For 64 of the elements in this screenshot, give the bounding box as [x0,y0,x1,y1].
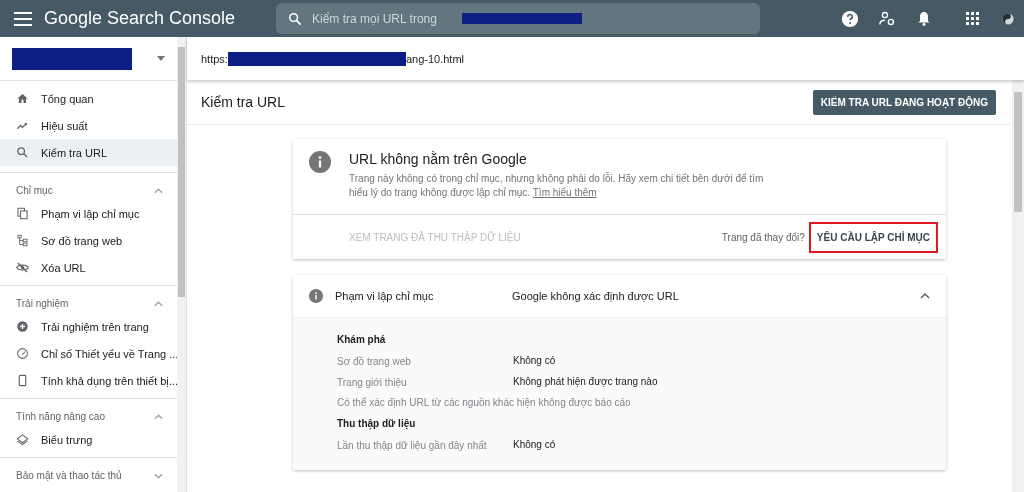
sidebar-item[interactable]: Phạm vi lập chỉ mục [0,200,177,227]
search-icon [16,146,29,159]
dropdown-caret-icon [157,56,165,61]
sidebar-item[interactable]: Xóa URL [0,254,177,281]
menu-icon[interactable] [14,11,32,26]
chevron-up-icon[interactable] [154,187,163,194]
live-test-button[interactable]: KIỂM TRA URL ĐANG HOẠT ĐỘNG [812,89,996,115]
chevron-up-icon[interactable] [154,300,163,307]
coverage-title: Phạm vi lập chỉ mục [335,290,435,302]
status-description: Trang này không có trong chỉ mục, nhưng không phải do lỗi. Hãy xem chi tiết bên dưới để tìm hiểu lý do trang không được lập chỉ mục. Tìm hiểu thêm [349,172,765,200]
avatar-icon[interactable] [1000,10,1016,27]
sidebar-item[interactable]: Tính khả dụng trên thiết bị... [0,367,177,394]
section-heading: Bảo mật và thao tác thủ [16,470,122,481]
sidebar-item[interactable]: Biểu trưng [0,426,177,453]
layers-icon [16,433,29,446]
help-icon[interactable] [841,9,859,28]
detail-label: Sơ đồ trang web [337,355,412,369]
info-icon [309,151,331,173]
scrollbar[interactable] [177,37,186,492]
url-text: https: [201,52,228,65]
detail-value: Không có [513,355,556,368]
group-heading: Khám phá [337,334,387,345]
sidebar-item[interactable]: Sơ đồ trang web [0,227,177,254]
plus-circle-icon [16,320,29,333]
search-bar[interactable]: Kiểm tra mọi URL trong [276,3,760,34]
detail-label: Lần thu thập dữ liệu gần đây nhất [337,439,488,453]
notifications-icon[interactable] [916,10,932,27]
coverage-status: Google không xác định được URL [512,290,679,302]
apps-grid-icon[interactable] [966,11,980,26]
detail-value: Không có [513,439,556,452]
eye-off-icon [16,261,29,274]
scrollbar-thumb[interactable] [178,47,185,297]
gauge-icon [16,347,29,360]
section-heading: Tính năng nâng cao [16,411,105,422]
request-indexing-button[interactable]: YÊU CẦU LẬP CHỈ MỤC [808,221,938,253]
detail-value: Không phát hiện được trang nào [513,376,658,389]
search-field[interactable]: Kiểm tra mọi URL trong [312,11,452,26]
status-title: URL không nằm trên Google [349,151,528,167]
app-title: Google Search Console [44,8,234,29]
sidebar-item[interactable]: Hiệu suất [0,112,177,139]
sitemap-icon [16,234,29,247]
page-changed-prompt: Trang đã thay đổi? [721,231,805,243]
info-icon [309,289,323,303]
url-text: ang-10.html [405,52,464,65]
section-heading: Trải nghiệm [16,298,69,309]
sidebar-item[interactable]: Tổng quan [0,85,177,112]
page-title: Kiểm tra URL [201,94,286,110]
sidebar-item[interactable]: Trải nghiệm trên trang [0,313,177,340]
learn-more-link[interactable]: Tìm hiểu thêm [532,187,597,198]
search-icon [288,11,302,26]
user-settings-icon[interactable] [879,10,896,27]
detail-note: Có thể xác định URL từ các nguồn khác hiện không được báo cáo [337,397,632,408]
detail-label: Trang giới thiệu [337,376,408,390]
copy-icon [16,207,29,220]
phone-icon [16,374,29,387]
scrollbar[interactable] [1012,80,1024,492]
scrollbar-thumb[interactable] [1014,92,1022,212]
group-heading: Thu thập dữ liệu [337,418,417,429]
sidebar-item[interactable]: Chỉ số Thiết yếu về Trang ... [0,340,177,367]
sidebar-item[interactable]: Kiểm tra URL [0,139,177,166]
chevron-up-icon[interactable] [920,293,930,299]
home-icon [16,92,29,105]
section-heading: Chỉ mục [16,185,53,196]
chevron-up-icon[interactable] [154,413,163,420]
